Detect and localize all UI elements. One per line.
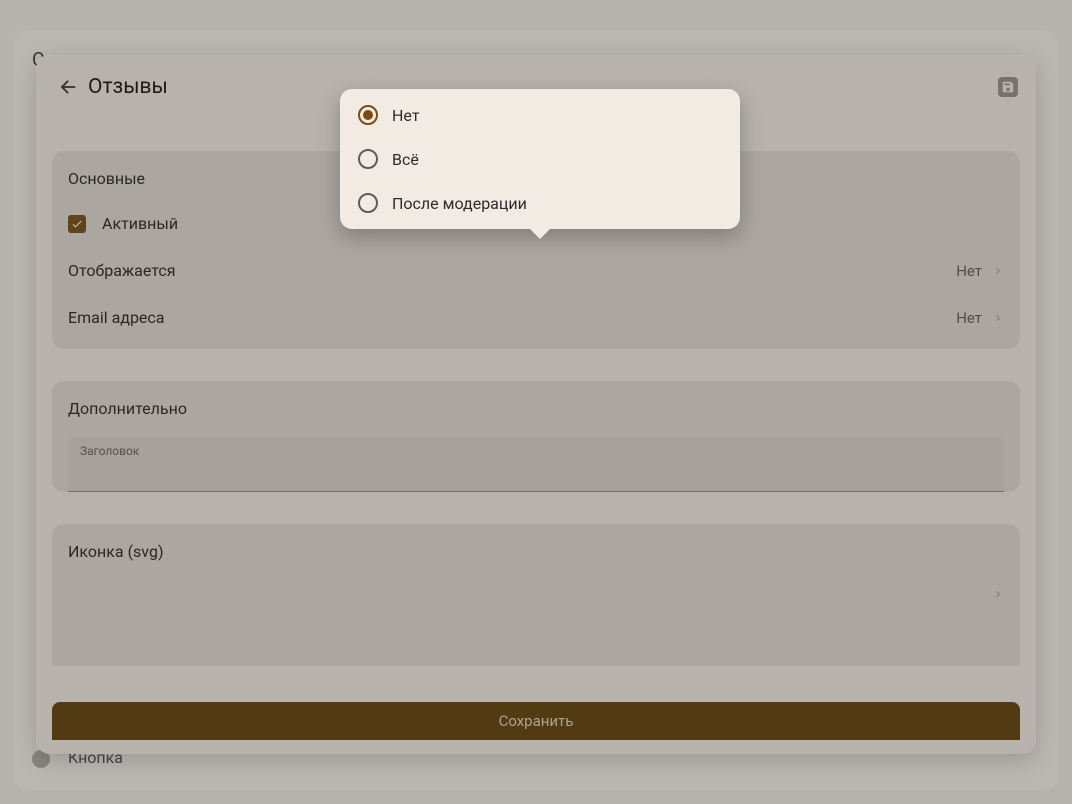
- save-icon: [1001, 80, 1015, 94]
- header-save-button[interactable]: [998, 77, 1018, 97]
- card-icon-header: Иконка (svg): [68, 542, 164, 561]
- popover-option-label: Нет: [392, 106, 420, 125]
- card-extra-header: Дополнительно: [52, 381, 1020, 430]
- radio-icon: [358, 193, 378, 213]
- row-emails-label: Email адреса: [68, 308, 956, 327]
- popover-option-2[interactable]: После модерации: [340, 181, 740, 225]
- popover-option-1[interactable]: Всё: [340, 137, 740, 181]
- card-extra: Дополнительно Заголовок: [52, 381, 1020, 492]
- popover-option-label: После модерации: [392, 194, 527, 213]
- checkbox-active[interactable]: [68, 215, 86, 233]
- radio-icon: [358, 105, 378, 125]
- chevron-right-icon: [992, 265, 1004, 277]
- sheet-title: Отзывы: [88, 75, 168, 99]
- save-button[interactable]: Сохранить: [52, 702, 1020, 740]
- back-button[interactable]: [52, 71, 84, 103]
- row-emails[interactable]: Email адреса Нет: [52, 294, 1020, 341]
- popover-option-label: Всё: [392, 150, 419, 169]
- chevron-right-icon: [992, 588, 1004, 600]
- title-field-label: Заголовок: [80, 444, 992, 458]
- check-icon: [71, 218, 83, 230]
- arrow-left-icon: [57, 76, 79, 98]
- title-field[interactable]: Заголовок: [68, 438, 1004, 492]
- card-icon[interactable]: Иконка (svg): [52, 524, 1020, 666]
- row-displayed-value: Нет: [956, 262, 982, 280]
- chevron-right-icon: [992, 312, 1004, 324]
- row-displayed[interactable]: Отображается Нет: [52, 247, 1020, 294]
- radio-icon: [358, 149, 378, 169]
- row-emails-value: Нет: [956, 309, 982, 327]
- save-button-label: Сохранить: [499, 712, 574, 730]
- display-popover: Нет Всё После модерации: [340, 89, 740, 229]
- row-displayed-label: Отображается: [68, 261, 956, 280]
- popover-option-0[interactable]: Нет: [340, 93, 740, 137]
